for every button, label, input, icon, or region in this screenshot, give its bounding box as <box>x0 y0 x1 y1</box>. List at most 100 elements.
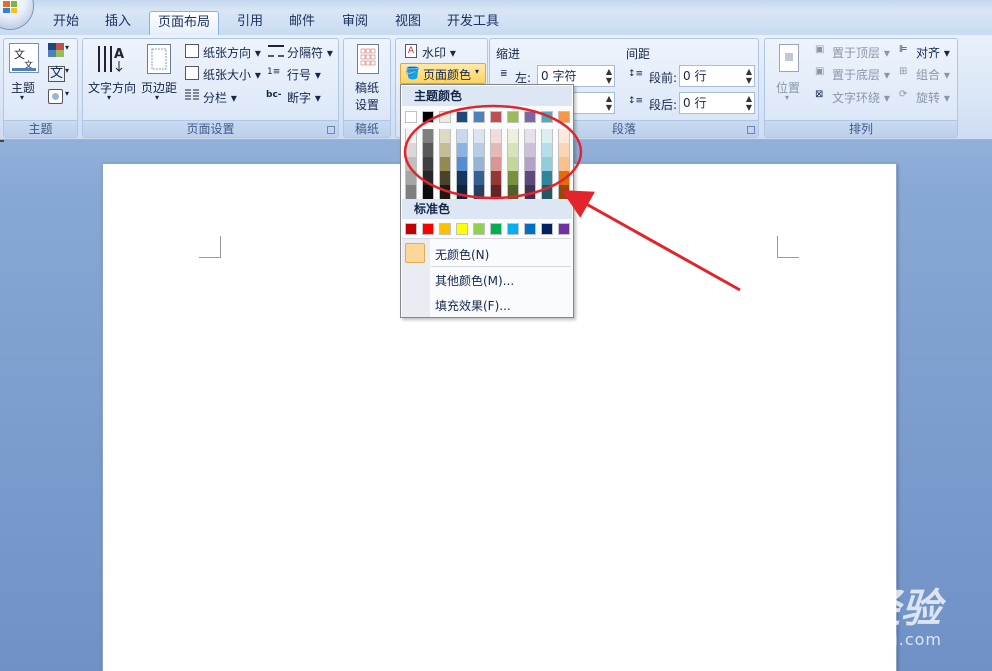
size-button[interactable]: 纸张大小 ▾ <box>203 66 261 83</box>
theme-shade-swatch[interactable] <box>473 143 485 157</box>
tab-view[interactable]: 视图 <box>386 11 430 35</box>
theme-shade-swatch[interactable] <box>456 157 468 171</box>
align-button[interactable]: 对齐 ▾ <box>916 44 950 61</box>
theme-shade-swatch[interactable] <box>456 171 468 185</box>
theme-shade-swatch[interactable] <box>524 143 536 157</box>
page-color-button[interactable]: 🪣 页面颜色 ▾ <box>400 63 486 84</box>
theme-shade-swatch[interactable] <box>558 157 570 171</box>
theme-shade-swatch[interactable] <box>558 171 570 185</box>
manuscript-settings-button[interactable]: 稿纸 <box>355 79 379 96</box>
theme-color-swatch[interactable] <box>558 111 570 123</box>
tab-home[interactable]: 开始 <box>44 11 88 35</box>
theme-shade-swatch[interactable] <box>422 171 434 185</box>
no-color-item[interactable]: 无颜色(N) <box>435 246 489 263</box>
standard-color-swatch[interactable] <box>524 223 536 235</box>
theme-shade-swatch[interactable] <box>439 171 451 185</box>
manuscript-settings-button-line2[interactable]: 设置 <box>355 96 379 113</box>
tab-insert[interactable]: 插入 <box>96 11 140 35</box>
theme-shade-swatch[interactable] <box>541 157 553 171</box>
theme-shade-swatch[interactable] <box>439 157 451 171</box>
theme-shade-swatch[interactable] <box>541 171 553 185</box>
theme-color-swatch[interactable] <box>422 111 434 123</box>
theme-effects-icon[interactable] <box>48 89 63 104</box>
standard-color-swatch[interactable] <box>558 223 570 235</box>
rotate-button[interactable]: 旋转 ▾ <box>916 89 950 106</box>
theme-shade-swatch[interactable] <box>473 185 485 199</box>
theme-shade-swatch[interactable] <box>558 185 570 199</box>
theme-shade-swatch[interactable] <box>524 171 536 185</box>
line-numbers-button[interactable]: 行号 ▾ <box>287 66 321 83</box>
theme-shade-swatch[interactable] <box>490 129 502 143</box>
dialog-launcher-icon[interactable] <box>327 126 335 134</box>
theme-shade-swatch[interactable] <box>439 143 451 157</box>
send-to-back-button[interactable]: 置于底层 ▾ <box>832 66 890 83</box>
theme-shade-swatch[interactable] <box>422 143 434 157</box>
theme-shade-swatch[interactable] <box>422 185 434 199</box>
theme-shade-swatch[interactable] <box>456 143 468 157</box>
tab-review[interactable]: 审阅 <box>333 11 377 35</box>
standard-color-swatch[interactable] <box>507 223 519 235</box>
theme-shade-swatch[interactable] <box>405 185 417 199</box>
theme-shade-swatch[interactable] <box>405 157 417 171</box>
theme-color-swatch[interactable] <box>405 111 417 123</box>
group-objects-button[interactable]: 组合 ▾ <box>916 66 950 83</box>
spinner-icon[interactable]: ▲ ▼ <box>746 67 752 85</box>
spinner-icon[interactable]: ▲ ▼ <box>606 67 612 85</box>
theme-shade-swatch[interactable] <box>456 185 468 199</box>
theme-shade-swatch[interactable] <box>490 171 502 185</box>
theme-color-swatch[interactable] <box>507 111 519 123</box>
tab-references[interactable]: 引用 <box>228 11 272 35</box>
theme-fonts-icon[interactable]: 文 <box>48 66 66 82</box>
fill-effects-item[interactable]: 填充效果(F)... <box>435 297 511 314</box>
theme-shade-swatch[interactable] <box>439 185 451 199</box>
spinner-icon[interactable]: ▲ ▼ <box>606 94 612 112</box>
theme-shade-swatch[interactable] <box>507 157 519 171</box>
theme-color-swatch[interactable] <box>524 111 536 123</box>
theme-shade-swatch[interactable] <box>473 129 485 143</box>
columns-button[interactable]: 分栏 ▾ <box>203 89 237 106</box>
hyphenation-button[interactable]: 断字 ▾ <box>287 89 321 106</box>
more-colors-item[interactable]: 其他颜色(M)... <box>435 272 514 289</box>
tab-developer[interactable]: 开发工具 <box>440 11 506 35</box>
standard-color-swatch[interactable] <box>422 223 434 235</box>
theme-shade-swatch[interactable] <box>507 185 519 199</box>
standard-color-swatch[interactable] <box>490 223 502 235</box>
bring-to-front-button[interactable]: 置于顶层 ▾ <box>832 44 890 61</box>
breaks-button[interactable]: 分隔符 ▾ <box>287 44 333 61</box>
theme-shade-swatch[interactable] <box>405 129 417 143</box>
theme-shade-swatch[interactable] <box>473 157 485 171</box>
theme-shade-swatch[interactable] <box>473 171 485 185</box>
theme-shade-swatch[interactable] <box>405 171 417 185</box>
theme-color-swatch[interactable] <box>541 111 553 123</box>
dialog-launcher-icon[interactable] <box>747 126 755 134</box>
theme-shade-swatch[interactable] <box>524 129 536 143</box>
theme-shade-swatch[interactable] <box>439 129 451 143</box>
theme-shade-swatch[interactable] <box>490 185 502 199</box>
theme-shade-swatch[interactable] <box>507 129 519 143</box>
watermark-button[interactable]: 水印 ▾ <box>422 44 456 61</box>
theme-shade-swatch[interactable] <box>524 185 536 199</box>
theme-color-swatch[interactable] <box>439 111 451 123</box>
theme-shade-swatch[interactable] <box>405 143 417 157</box>
standard-color-swatch[interactable] <box>456 223 468 235</box>
theme-shade-swatch[interactable] <box>490 157 502 171</box>
standard-color-swatch[interactable] <box>439 223 451 235</box>
theme-colors-icon[interactable] <box>48 43 64 57</box>
orientation-button[interactable]: 纸张方向 ▾ <box>203 44 261 61</box>
theme-color-swatch[interactable] <box>456 111 468 123</box>
theme-shade-swatch[interactable] <box>490 143 502 157</box>
theme-color-swatch[interactable] <box>490 111 502 123</box>
theme-shade-swatch[interactable] <box>507 143 519 157</box>
tab-page-layout[interactable]: 页面布局 <box>149 11 219 35</box>
tab-mailings[interactable]: 邮件 <box>280 11 324 35</box>
theme-shade-swatch[interactable] <box>541 129 553 143</box>
standard-color-swatch[interactable] <box>541 223 553 235</box>
theme-shade-swatch[interactable] <box>422 157 434 171</box>
theme-shade-swatch[interactable] <box>558 129 570 143</box>
theme-shade-swatch[interactable] <box>456 129 468 143</box>
spacing-before-input[interactable]: 0 行 ▲ ▼ <box>679 65 755 87</box>
text-direction-button[interactable]: 文字方向 <box>88 79 136 96</box>
theme-shade-swatch[interactable] <box>541 143 553 157</box>
theme-shade-swatch[interactable] <box>541 185 553 199</box>
theme-color-swatch[interactable] <box>473 111 485 123</box>
